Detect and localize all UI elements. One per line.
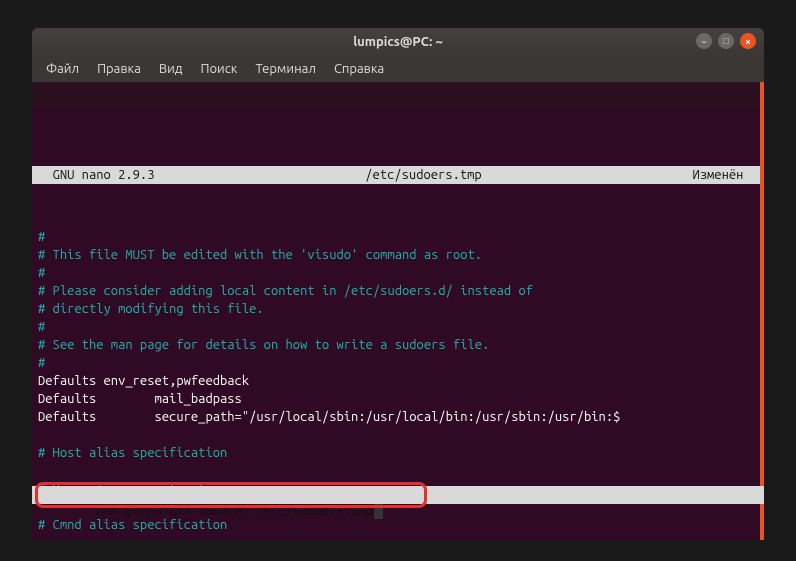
nano-header: GNU nano 2.9.3 /etc/sudoers.tmp Изменён (32, 166, 764, 184)
file-line: # Host alias specification (38, 444, 758, 462)
file-line: Defaults mail_badpass (38, 390, 758, 408)
maximize-icon: □ (723, 35, 729, 47)
nano-modified: Изменён (692, 167, 758, 183)
file-line: # (38, 354, 758, 372)
file-line: Defaults secure_path="/usr/local/sbin:/u… (38, 408, 758, 426)
titlebar: lumpics@PC: ~ − □ × (32, 28, 764, 56)
menu-help[interactable]: Справка (326, 59, 392, 79)
file-line: # (38, 264, 758, 282)
close-button[interactable]: × (740, 33, 756, 49)
file-line: # Please consider adding local content i… (38, 282, 758, 300)
scrollbar[interactable] (760, 82, 764, 540)
menu-file[interactable]: Файл (38, 59, 87, 79)
minimize-icon: − (701, 36, 707, 47)
menu-search[interactable]: Поиск (192, 59, 245, 79)
minimize-button[interactable]: − (696, 33, 712, 49)
file-line (38, 462, 758, 480)
file-line: # (38, 318, 758, 336)
terminal-window: lumpics@PC: ~ − □ × Файл Правка Вид Поис… (32, 28, 764, 540)
file-line: # See the man page for details on how to… (38, 336, 758, 354)
terminal-area[interactable]: GNU nano 2.9.3 /etc/sudoers.tmp Изменён … (32, 82, 764, 540)
nano-filename: /etc/sudoers.tmp (154, 167, 692, 183)
menu-edit[interactable]: Правка (89, 59, 149, 79)
close-icon: × (745, 36, 751, 47)
file-line: # This file MUST be edited with the 'vis… (38, 246, 758, 264)
menubar: Файл Правка Вид Поиск Терминал Справка (32, 56, 764, 82)
save-prompt[interactable]: Имя файла для записи: /etc/sudoers.tmp (32, 486, 764, 504)
nano-version: GNU nano 2.9.3 (38, 167, 154, 183)
nano-help: ^GПомощьM-DФормат DOSM-AДоп. в началоM-B… (32, 504, 760, 540)
file-line: Defaults env_reset,pwfeedback (38, 372, 758, 390)
file-line: # directly modifying this file. (38, 300, 758, 318)
menu-view[interactable]: Вид (151, 59, 191, 79)
maximize-button[interactable]: □ (718, 33, 734, 49)
window-controls: − □ × (696, 33, 756, 49)
file-line (38, 426, 758, 444)
window-title: lumpics@PC: ~ (353, 35, 443, 49)
file-line: # (38, 228, 758, 246)
menu-terminal[interactable]: Терминал (247, 59, 323, 79)
